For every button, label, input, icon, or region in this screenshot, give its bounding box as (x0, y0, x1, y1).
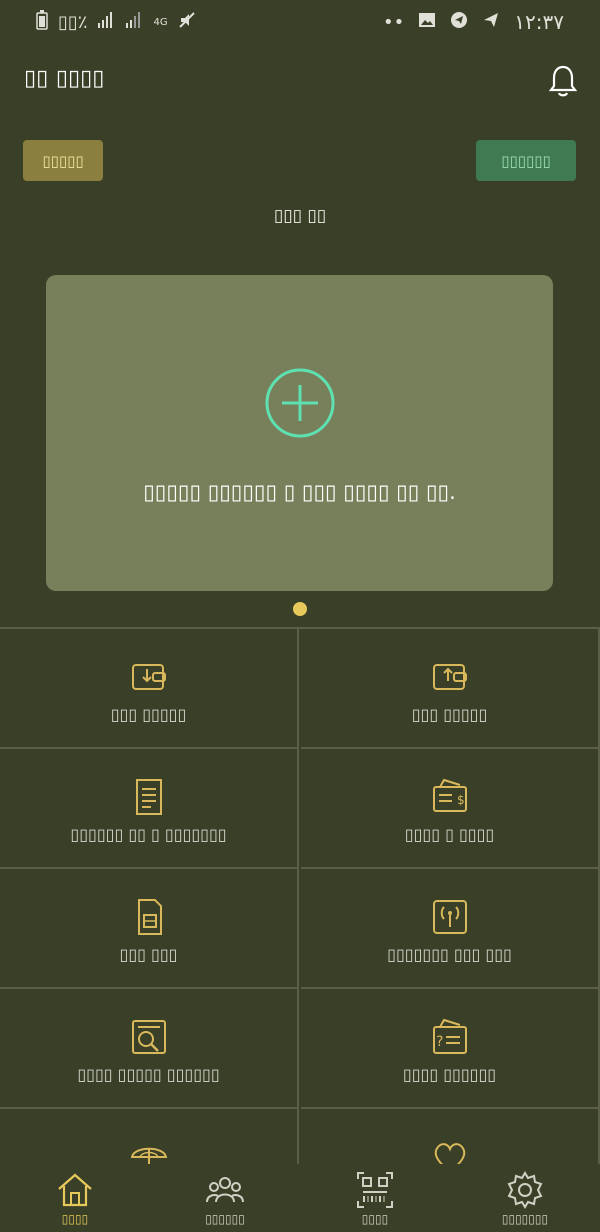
battery-percent: ▯▯٪ (58, 12, 88, 33)
battery-icon (36, 10, 48, 35)
add-card-panel[interactable]: ▯▯▯▯▯ ▯▯▯▯▯▯ ▯ ▯▯▯ ▯▯▯▯ ▯▯ ▯▯. (46, 275, 553, 591)
signal-icon-2 (125, 11, 143, 34)
grid-item-3[interactable]: ▯▯▯▯▯▯ ▯▯ ▯ ▯▯▯▯▯▯▯ (0, 749, 299, 869)
status-right: •• ۱۲:۳۷ (383, 10, 564, 34)
nav-scan-label: ▯▯▯▯ (361, 1212, 389, 1226)
send-icon (482, 11, 500, 34)
nav-contacts-label: ▯▯▯▯▯▯ (205, 1212, 245, 1226)
grid-item-label: ▯▯▯▯ ▯▯▯▯▯ ▯▯▯▯▯▯ (77, 1065, 220, 1084)
receipt-icon (129, 777, 169, 817)
heart-icon (430, 1137, 470, 1167)
bell-icon[interactable] (548, 64, 578, 98)
network-type: 4G (153, 17, 168, 28)
settings-icon (505, 1170, 545, 1210)
clock-time: ۱۲:۳۷ (514, 10, 564, 34)
wallet-in-icon (129, 657, 169, 697)
right-action-button[interactable]: ▯▯▯▯▯▯ (476, 140, 576, 181)
internet-icon (430, 897, 470, 937)
grid-item-label: ▯▯▯ ▯▯▯▯▯ (110, 705, 187, 724)
carousel-indicator (293, 602, 307, 616)
image-icon (418, 12, 436, 33)
grid-item-label: ▯▯▯▯▯▯ ▯▯ ▯ ▯▯▯▯▯▯▯ (70, 825, 227, 844)
grid-item-4[interactable]: $ ▯▯▯▯ ▯ ▯▯▯▯ (301, 749, 600, 869)
nav-home-label: ▯▯▯▯ (61, 1212, 89, 1226)
grid-item-9[interactable] (0, 1109, 299, 1167)
bill-icon: $ (430, 777, 470, 817)
more-dots-icon: •• (383, 11, 405, 33)
grid-item-10[interactable] (301, 1109, 600, 1167)
nav-settings[interactable]: ▯▯▯▯▯▯▯ (450, 1168, 600, 1228)
plus-circle-icon[interactable] (264, 367, 336, 439)
umbrella-icon (129, 1137, 169, 1167)
grid-item-7[interactable]: ▯▯▯▯ ▯▯▯▯▯ ▯▯▯▯▯▯ (0, 989, 299, 1109)
grid-item-label: ▯▯▯▯▯▯▯ ▯▯▯ ▯▯▯ (387, 945, 512, 964)
grid-item-8[interactable]: ? ▯▯▯▯ ▯▯▯▯▯▯ (301, 989, 600, 1109)
grid-item-5[interactable]: ▯▯▯ ▯▯▯ (0, 869, 299, 989)
app-title: ▯▯ ▯▯▯▯ (24, 66, 105, 91)
add-card-text: ▯▯▯▯▯ ▯▯▯▯▯▯ ▯ ▯▯▯ ▯▯▯▯ ▯▯ ▯▯. (143, 480, 456, 504)
bottom-navigation: ▯▯▯▯ ▯▯▯▯▯▯ ▯▯▯▯ ▯▯▯▯▯▯▯ (0, 1164, 600, 1232)
grid-item-label: ▯▯▯ ▯▯▯ (119, 945, 178, 964)
grid-item-label: ▯▯▯▯ ▯▯▯▯▯▯ (402, 1065, 497, 1084)
inquiry-icon: ? (430, 1017, 470, 1057)
telegram-icon (450, 11, 468, 34)
mute-icon (178, 11, 196, 34)
qr-scan-icon (355, 1170, 395, 1210)
svg-text:?: ? (436, 1034, 443, 1050)
status-left: ▯▯٪ 4G (36, 10, 196, 35)
nav-scan[interactable]: ▯▯▯▯ (300, 1168, 450, 1228)
home-icon (55, 1170, 95, 1210)
section-label: ▯▯▯ ▯▯ (273, 206, 327, 226)
signal-icon (97, 11, 115, 34)
nav-contacts[interactable]: ▯▯▯▯▯▯ (150, 1168, 300, 1228)
grid-item-6[interactable]: ▯▯▯▯▯▯▯ ▯▯▯ ▯▯▯ (301, 869, 600, 989)
grid-item-1[interactable]: ▯▯▯ ▯▯▯▯▯ (0, 629, 299, 749)
users-icon (205, 1170, 245, 1210)
search-document-icon (129, 1017, 169, 1057)
left-action-button[interactable]: ▯▯▯▯▯ (23, 140, 103, 181)
nav-settings-label: ▯▯▯▯▯▯▯ (501, 1212, 549, 1226)
grid-item-label: ▯▯▯ ▯▯▯▯▯ (411, 705, 488, 724)
app-header: ▯▯ ▯▯▯▯ (0, 56, 600, 106)
services-grid: ▯▯▯ ▯▯▯▯▯ ▯▯▯ ▯▯▯▯▯ ▯▯▯▯▯▯ ▯▯ ▯ ▯▯▯▯▯▯▯ … (0, 627, 600, 1167)
grid-item-label: ▯▯▯▯ ▯ ▯▯▯▯ (404, 825, 495, 844)
wallet-out-icon (430, 657, 470, 697)
status-bar: ▯▯٪ 4G •• ۱۲:۳۷ (0, 0, 600, 46)
nav-home[interactable]: ▯▯▯▯ (0, 1168, 150, 1228)
svg-text:$: $ (457, 793, 465, 807)
grid-item-2[interactable]: ▯▯▯ ▯▯▯▯▯ (301, 629, 600, 749)
sim-card-icon (129, 897, 169, 937)
